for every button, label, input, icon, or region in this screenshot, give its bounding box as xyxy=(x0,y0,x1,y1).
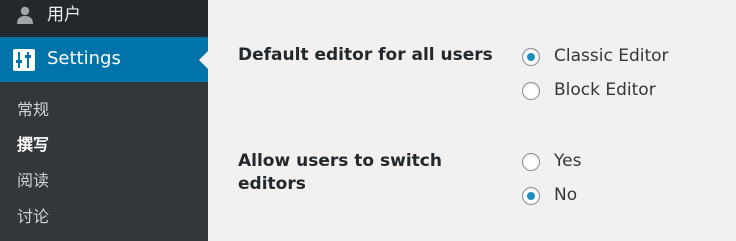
classic-editor-label[interactable]: Classic Editor xyxy=(554,46,669,67)
submenu-item-general[interactable]: 常规 xyxy=(17,100,49,120)
settings-submenu: 常规 撰写 阅读 讨论 xyxy=(0,82,208,241)
submenu-item-writing[interactable]: 撰写 xyxy=(17,135,49,155)
settings-sliders-icon xyxy=(13,49,35,71)
radio-checked-dot xyxy=(527,192,535,200)
sidebar-item-label: Settings xyxy=(47,48,121,69)
current-menu-pointer xyxy=(199,51,208,69)
sidebar-item-settings[interactable]: Settings xyxy=(0,37,208,82)
allow-switch-yes-label[interactable]: Yes xyxy=(554,151,581,172)
radio-checked-dot xyxy=(527,53,535,61)
block-editor-radio[interactable] xyxy=(522,82,540,100)
sidebar-item-label: 用户 xyxy=(47,5,81,25)
allow-switch-label: Allow users to switch editors xyxy=(238,151,442,194)
default-editor-label: Default editor for all users xyxy=(238,45,493,65)
classic-editor-radio[interactable] xyxy=(522,48,540,66)
block-editor-label[interactable]: Block Editor xyxy=(554,80,656,101)
sidebar-item-users[interactable]: 用户 xyxy=(0,0,208,37)
user-icon xyxy=(15,5,35,25)
admin-sidebar: 用户 Settings 常规 撰写 阅读 讨论 xyxy=(0,0,208,241)
submenu-item-reading[interactable]: 阅读 xyxy=(17,171,49,191)
admin-screen: 用户 Settings 常规 撰写 阅读 讨论 Default editor f xyxy=(0,0,736,241)
allow-switch-no-radio[interactable] xyxy=(522,187,540,205)
allow-switch-no-label[interactable]: No xyxy=(554,185,577,206)
allow-switch-yes-radio[interactable] xyxy=(522,153,540,171)
submenu-item-discussion[interactable]: 讨论 xyxy=(17,207,49,227)
